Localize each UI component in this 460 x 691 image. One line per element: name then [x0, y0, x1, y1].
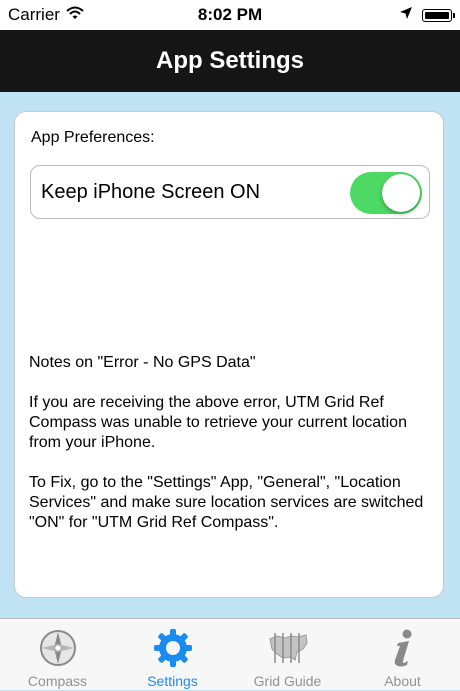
keep-screen-on-row: Keep iPhone Screen ON [30, 165, 430, 219]
map-grid-icon [267, 627, 309, 669]
tab-about[interactable]: About [345, 619, 460, 691]
section-label: App Preferences: [31, 129, 155, 146]
notes-paragraph-1: If you are receiving the above error, UT… [29, 394, 407, 451]
keep-screen-on-toggle[interactable] [350, 172, 422, 214]
tab-label-grid-guide: Grid Guide [253, 673, 322, 689]
tab-grid-guide[interactable]: Grid Guide [230, 619, 345, 691]
settings-card: App Preferences: Keep iPhone Screen ON N… [14, 111, 444, 598]
tab-label-settings: Settings [147, 673, 198, 689]
tab-settings[interactable]: Settings [115, 619, 230, 691]
notes-paragraph-2: To Fix, go to the "Settings" App, "Gener… [29, 474, 424, 531]
gear-icon [152, 627, 194, 669]
tab-label-about: About [384, 673, 421, 689]
notes-heading: Notes on "Error - No GPS Data" [29, 354, 256, 371]
location-arrow-icon [400, 6, 412, 24]
keep-screen-on-label: Keep iPhone Screen ON [41, 181, 261, 203]
gps-notes: Notes on "Error - No GPS Data" If you ar… [29, 353, 434, 553]
status-bar: Carrier 8:02 PM [0, 0, 460, 30]
status-right [400, 6, 455, 24]
tab-label-compass: Compass [27, 673, 88, 689]
compass-icon [37, 627, 79, 669]
page-title: App Settings [156, 47, 304, 74]
battery-icon [422, 8, 455, 22]
toggle-knob [382, 174, 420, 212]
tab-bar: Compass Settings Grid Guide About [0, 618, 460, 690]
navigation-bar: App Settings [0, 30, 460, 92]
info-icon [382, 627, 424, 669]
tab-compass[interactable]: Compass [0, 619, 115, 691]
status-time: 8:02 PM [197, 5, 263, 24]
